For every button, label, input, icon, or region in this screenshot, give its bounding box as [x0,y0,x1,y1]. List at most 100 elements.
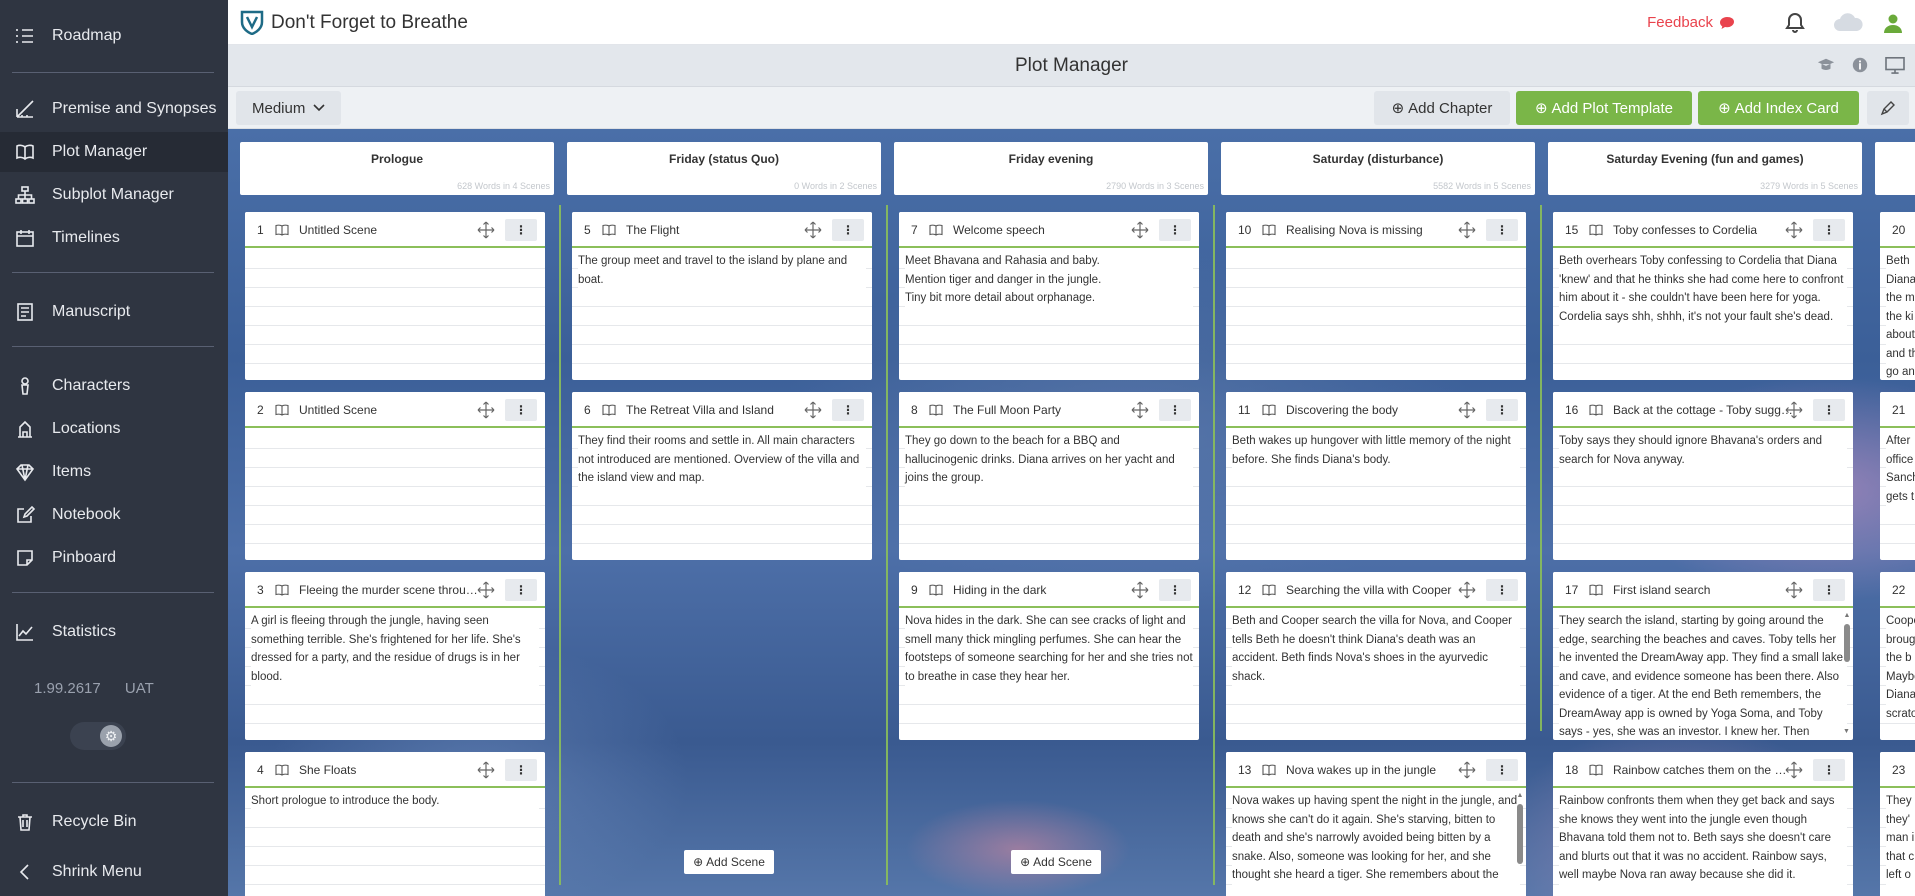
scene-title[interactable]: Welcome speech [953,223,1133,237]
scene-menu-button[interactable]: ⋮ [1813,219,1845,241]
book-icon[interactable] [929,404,943,416]
move-icon[interactable] [1785,761,1803,779]
chapter-header[interactable]: Friday (status Quo) 0 Words in 2 Scenes [567,142,881,195]
sidebar-item-pinboard[interactable]: Pinboard [0,538,228,578]
scene-title[interactable]: Untitled Scene [299,223,479,237]
add-chapter-button[interactable]: ⊕ Add Chapter [1374,91,1510,125]
book-icon[interactable] [602,224,616,236]
chapter-header[interactable]: Saturday Evening (fun and games) 3279 Wor… [1548,142,1862,195]
scene-card[interactable]: 12 Searching the villa with Cooper ⋮ Beth a… [1226,572,1526,740]
book-icon[interactable] [929,224,943,236]
scene-menu-button[interactable]: ⋮ [832,219,864,241]
book-icon[interactable] [275,764,289,776]
scene-card[interactable]: 7 Welcome speech ⋮ Meet Bhavana and Rahasia… [899,212,1199,380]
scene-summary[interactable]: Nova wakes up having spent the night in … [1232,792,1520,885]
scene-summary[interactable]: They search the island, starting by goin… [1559,612,1847,740]
sidebar-item-locations[interactable]: Locations [0,409,228,449]
info-icon[interactable] [1851,56,1869,74]
feedback-button[interactable]: Feedback [1647,14,1735,31]
scene-summary[interactable]: Nova hides in the dark. She can see crac… [905,612,1193,686]
scene-card[interactable]: 23⋮ They they' man i that c left o [1880,752,1915,896]
scrollbar[interactable]: ▲ [1516,792,1524,896]
scroll-up-icon[interactable]: ▲ [1843,612,1851,620]
scene-summary[interactable]: Meet Bhavana and Rahasia and baby. Menti… [905,252,1193,308]
scene-card[interactable]: 10 Realising Nova is missing ⋮ [1226,212,1526,380]
scene-menu-button[interactable]: ⋮ [1159,579,1191,601]
book-icon[interactable] [1589,224,1603,236]
book-icon[interactable] [1262,224,1276,236]
book-icon[interactable] [602,404,616,416]
scene-menu-button[interactable]: ⋮ [1486,219,1518,241]
scene-card[interactable]: 5 The Flight ⋮ The group meet and travel to… [572,212,872,380]
move-icon[interactable] [1458,761,1476,779]
scene-summary[interactable]: The group meet and travel to the island … [578,252,866,289]
sidebar-item-subplot-manager[interactable]: Subplot Manager [0,175,228,215]
sidebar-item-timelines[interactable]: Timelines [0,218,228,258]
book-icon[interactable] [1589,404,1603,416]
move-icon[interactable] [804,221,822,239]
sidebar-item-plot-manager[interactable]: Plot Manager [0,132,228,172]
move-icon[interactable] [804,401,822,419]
scene-menu-button[interactable]: ⋮ [1159,399,1191,421]
monitor-icon[interactable] [1885,56,1905,74]
scene-card[interactable]: 9 Hiding in the dark ⋮ Nova hides in the da… [899,572,1199,740]
chapter-header[interactable]: Prologue 628 Words in 4 Scenes [240,142,554,195]
scene-card[interactable]: 16 Back at the cottage - Toby sugges... ⋮ T… [1553,392,1853,560]
scene-summary[interactable]: Toby says they should ignore Bhavana's o… [1559,432,1847,469]
bell-icon[interactable] [1783,11,1807,35]
book-icon[interactable] [275,584,289,596]
move-icon[interactable] [477,581,495,599]
add-scene-button[interactable]: ⊕ Add Scene [684,850,774,874]
scrollbar-thumb[interactable] [1517,804,1523,864]
scene-menu-button[interactable]: ⋮ [505,759,537,781]
scene-summary[interactable]: They find their rooms and settle in. All… [578,432,866,488]
scene-card[interactable]: 4 She Floats ⋮ Short prologue to introduce … [245,752,545,896]
scene-menu-button[interactable]: ⋮ [1486,399,1518,421]
book-icon[interactable] [929,584,943,596]
sidebar-item-characters[interactable]: Characters [0,366,228,406]
scene-card[interactable]: 18 Rainbow catches them on the wa... ⋮ Rain… [1553,752,1853,896]
scene-menu-button[interactable]: ⋮ [1159,219,1191,241]
move-icon[interactable] [1131,581,1149,599]
sidebar-item-roadmap[interactable]: Roadmap [0,16,228,56]
app-logo-icon[interactable] [240,9,264,35]
scene-summary[interactable]: Beth wakes up hungover with little memor… [1232,432,1520,469]
scroll-up-icon[interactable]: ▲ [1516,792,1524,800]
chapter-header[interactable] [1875,142,1915,195]
cloud-icon[interactable] [1831,11,1865,35]
scrollbar-thumb[interactable] [1844,624,1850,662]
scene-summary[interactable]: Short prologue to introduce the body. [251,792,539,811]
scene-summary[interactable]: They go down to the beach for a BBQ and … [905,432,1193,488]
scene-title[interactable]: Nova wakes up in the jungle [1286,763,1466,777]
move-icon[interactable] [1785,581,1803,599]
chapter-header[interactable]: Friday evening 2790 Words in 3 Scenes [894,142,1208,195]
sidebar-item-premise[interactable]: Premise and Synopses [0,89,228,129]
scene-card[interactable]: 17 First island search ⋮ They search the is… [1553,572,1853,740]
scene-card[interactable]: 20⋮ Beth Diana the m the ki about and th … [1880,212,1915,380]
sidebar-item-shrink-menu[interactable]: Shrink Menu [0,852,228,892]
move-icon[interactable] [1131,401,1149,419]
graduation-cap-icon[interactable] [1817,56,1835,74]
scene-title[interactable]: The Retreat Villa and Island [626,403,806,417]
add-scene-button[interactable]: ⊕ Add Scene [1011,850,1101,874]
scene-summary[interactable]: Beth and Cooper search the villa for Nov… [1232,612,1520,686]
scene-title[interactable]: Hiding in the dark [953,583,1133,597]
scene-summary[interactable]: After office Sanch gets t [1886,432,1915,506]
settings-toggle[interactable]: ⚙ [70,722,126,750]
chapter-header[interactable]: Saturday (disturbance) 5582 Words in 5 Sc… [1221,142,1535,195]
book-icon[interactable] [275,404,289,416]
scene-menu-button[interactable]: ⋮ [1486,579,1518,601]
scene-title[interactable]: Fleeing the murder scene through ... [299,583,479,597]
book-icon[interactable] [1262,404,1276,416]
move-icon[interactable] [1785,401,1803,419]
scene-card[interactable]: 1 Untitled Scene ⋮ [245,212,545,380]
move-icon[interactable] [1458,221,1476,239]
scene-summary[interactable]: Coope broug the b Maybe Diana scrato [1886,612,1915,723]
scene-menu-button[interactable]: ⋮ [505,579,537,601]
move-icon[interactable] [1458,581,1476,599]
scene-menu-button[interactable]: ⋮ [1486,759,1518,781]
scene-menu-button[interactable]: ⋮ [1813,579,1845,601]
move-icon[interactable] [1785,221,1803,239]
move-icon[interactable] [477,401,495,419]
scene-title[interactable]: The Full Moon Party [953,403,1133,417]
